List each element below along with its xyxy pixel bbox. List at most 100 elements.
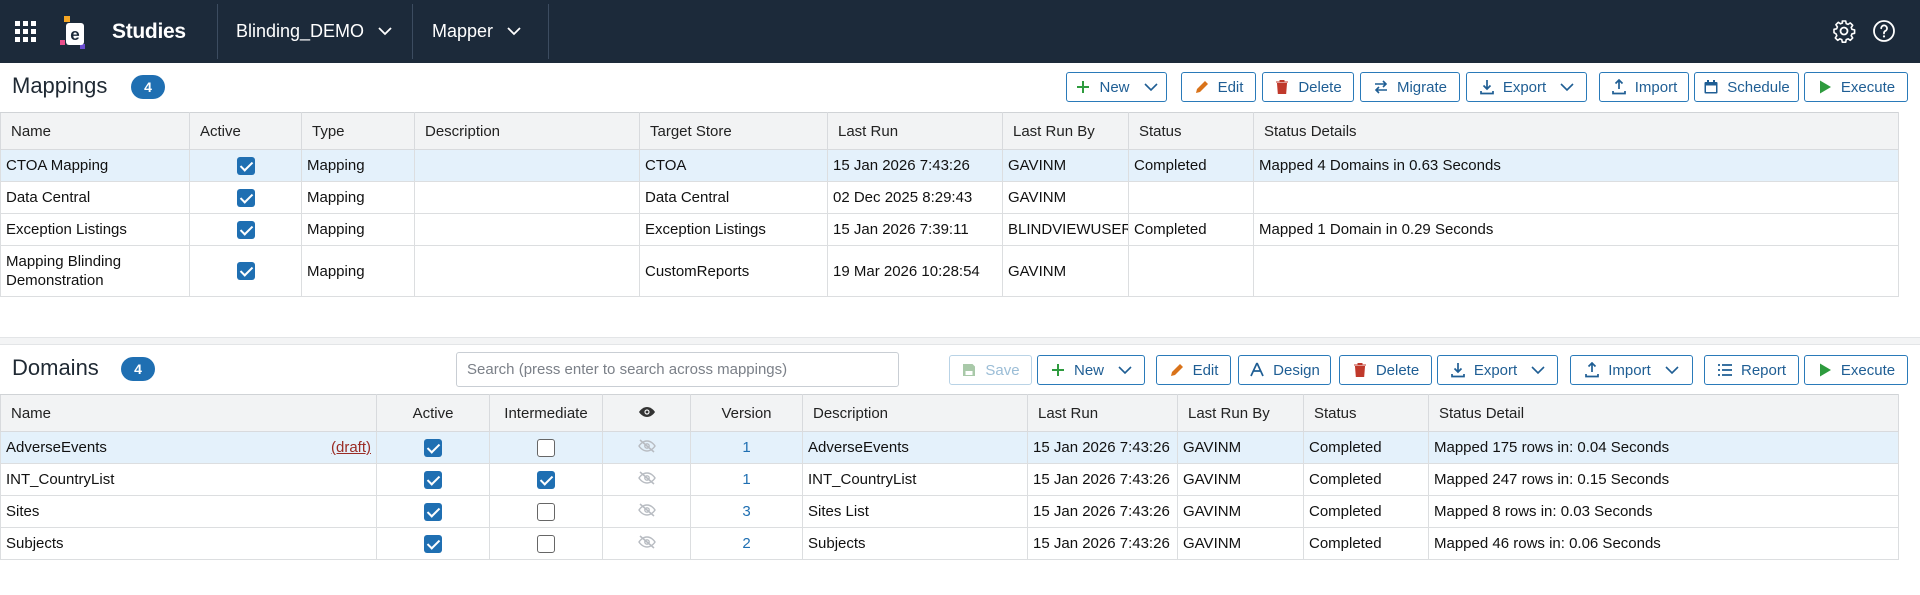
column-header[interactable]: Last Run By — [1177, 394, 1304, 432]
mappings-execute-button[interactable]: Execute — [1804, 72, 1908, 102]
draft-link[interactable]: (draft) — [331, 439, 371, 456]
table-row[interactable]: Sites 3 Sites List 15 Jan 2026 7:43:26 G… — [0, 495, 1899, 528]
section-splitter[interactable] — [0, 337, 1920, 345]
version-link[interactable]: 2 — [742, 535, 750, 552]
active-checkbox[interactable] — [236, 156, 255, 175]
eye-slash-icon[interactable] — [637, 534, 656, 549]
search-input[interactable] — [456, 352, 899, 387]
visibility-column-header[interactable] — [602, 394, 691, 432]
status-detail: Mapped 175 rows in: 0.04 Seconds — [1428, 431, 1899, 464]
app-title[interactable]: Studies — [112, 20, 186, 44]
status — [1128, 245, 1254, 297]
mappings-title: Mappings — [12, 73, 108, 98]
last-run: 15 Jan 2026 7:43:26 — [827, 149, 1003, 182]
help-icon[interactable] — [1872, 19, 1896, 43]
table-row[interactable]: Mapping Blinding Demonstration Mapping C… — [0, 245, 1899, 297]
column-header[interactable]: Name — [0, 112, 190, 150]
mappings-export-button[interactable]: Export — [1466, 72, 1587, 102]
active-checkbox[interactable] — [424, 534, 442, 553]
table-row[interactable]: CTOA Mapping Mapping CTOA 15 Jan 2026 7:… — [0, 149, 1899, 182]
mappings-delete-button[interactable]: Delete — [1262, 72, 1354, 102]
study-dropdown[interactable]: Blinding_DEMO — [236, 0, 392, 63]
gear-icon[interactable] — [1832, 19, 1856, 43]
column-header[interactable]: Intermediate — [489, 394, 603, 432]
version-link[interactable]: 1 — [742, 439, 750, 456]
column-header[interactable]: Last Run — [827, 112, 1003, 150]
column-header[interactable]: Description — [802, 394, 1028, 432]
active-checkbox[interactable] — [236, 220, 255, 239]
domains-edit-button[interactable]: Edit — [1156, 355, 1231, 385]
mapping-name: CTOA Mapping — [0, 149, 190, 182]
domains-save-button[interactable]: Save — [949, 355, 1032, 385]
domains-save-label: Save — [985, 361, 1020, 379]
table-row[interactable]: Data Central Mapping Data Central 02 Dec… — [0, 181, 1899, 214]
version-link[interactable]: 3 — [742, 503, 750, 520]
status-details — [1253, 245, 1899, 297]
intermediate-checkbox[interactable] — [537, 534, 555, 553]
intermediate-cell — [489, 495, 603, 528]
mappings-export-label: Export — [1502, 78, 1547, 96]
column-header[interactable]: Status — [1128, 112, 1254, 150]
mappings-migrate-button[interactable]: Migrate — [1360, 72, 1460, 102]
mappings-new-label: New — [1099, 78, 1130, 96]
column-header[interactable]: Last Run — [1027, 394, 1178, 432]
column-header[interactable]: Status — [1303, 394, 1429, 432]
target-store: Data Central — [639, 181, 828, 214]
active-checkbox[interactable] — [236, 188, 255, 207]
mappings-new-button[interactable]: New — [1066, 72, 1167, 102]
domains-new-button[interactable]: New — [1037, 355, 1145, 385]
apps-grid-icon[interactable] — [15, 21, 36, 42]
mappings-import-button[interactable]: Import — [1599, 72, 1689, 102]
active-checkbox[interactable] — [236, 262, 255, 281]
eye-slash-icon[interactable] — [637, 470, 656, 485]
version-cell: 3 — [690, 495, 803, 528]
mappings-schedule-button[interactable]: Schedule — [1694, 72, 1799, 102]
last-run-by: GAVINM — [1177, 431, 1304, 464]
swap-arrows-icon — [1374, 80, 1388, 94]
column-header[interactable]: Last Run By — [1002, 112, 1129, 150]
column-header[interactable]: Target Store — [639, 112, 828, 150]
domains-design-button[interactable]: Design — [1238, 355, 1331, 385]
mapping-description — [414, 181, 640, 214]
intermediate-checkbox[interactable] — [537, 470, 555, 489]
intermediate-checkbox[interactable] — [537, 438, 555, 457]
active-checkbox[interactable] — [424, 502, 442, 521]
version-link[interactable]: 1 — [742, 471, 750, 488]
status-details: Mapped 1 Domain in 0.29 Seconds — [1253, 213, 1899, 246]
mappings-delete-label: Delete — [1298, 78, 1342, 96]
status-detail: Mapped 8 rows in: 0.03 Seconds — [1428, 495, 1899, 528]
status: Completed — [1303, 495, 1429, 528]
domains-report-button[interactable]: Report — [1704, 355, 1799, 385]
column-header[interactable]: Status Detail — [1428, 394, 1899, 432]
eye-slash-icon[interactable] — [637, 438, 656, 453]
domains-import-button[interactable]: Import — [1570, 355, 1693, 385]
domains-title: Domains — [12, 355, 99, 380]
column-header[interactable]: Status Details — [1253, 112, 1899, 150]
column-header[interactable]: Active — [189, 112, 302, 150]
mappings-import-label: Import — [1634, 78, 1678, 96]
mappings-schedule-label: Schedule — [1727, 78, 1790, 96]
active-checkbox[interactable] — [424, 438, 442, 457]
domains-export-button[interactable]: Export — [1437, 355, 1558, 385]
table-row[interactable]: INT_CountryList 1 INT_CountryList 15 Jan… — [0, 463, 1899, 496]
table-row[interactable]: Subjects 2 Subjects 15 Jan 2026 7:43:26 … — [0, 527, 1899, 560]
column-header[interactable]: Version — [690, 394, 803, 432]
column-header[interactable]: Description — [414, 112, 640, 150]
eye-slash-icon[interactable] — [637, 502, 656, 517]
column-header[interactable]: Name — [0, 394, 377, 432]
domains-report-label: Report — [1740, 361, 1787, 379]
module-dropdown[interactable]: Mapper — [432, 0, 521, 63]
domains-execute-button[interactable]: Execute — [1804, 355, 1908, 385]
target-store: CTOA — [639, 149, 828, 182]
domains-delete-button[interactable]: Delete — [1339, 355, 1432, 385]
table-row[interactable]: Exception Listings Mapping Exception Lis… — [0, 213, 1899, 246]
intermediate-cell — [489, 463, 603, 496]
column-header[interactable]: Type — [301, 112, 415, 150]
intermediate-checkbox[interactable] — [537, 502, 555, 521]
mappings-edit-button[interactable]: Edit — [1181, 72, 1256, 102]
table-row[interactable]: AdverseEvents (draft) 1 AdverseEvents 15… — [0, 431, 1899, 464]
column-header[interactable]: Active — [376, 394, 490, 432]
active-checkbox[interactable] — [424, 470, 442, 489]
mapping-type: Mapping — [301, 213, 415, 246]
mapping-type: Mapping — [301, 149, 415, 182]
